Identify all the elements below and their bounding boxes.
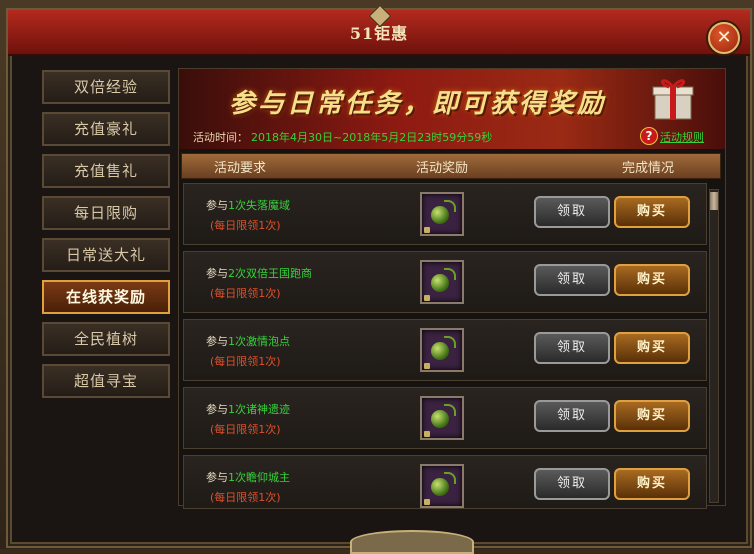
task-requirement: 参与1次失落魔域 bbox=[206, 199, 290, 212]
task-limit: (每日限领1次) bbox=[210, 287, 281, 300]
scrollbar-thumb[interactable] bbox=[710, 192, 718, 210]
task-row: 参与1次失落魔域 (每日限领1次) 领取 购买 bbox=[183, 183, 707, 245]
event-time-value: 2018年4月30日~2018年5月2日23时59分59秒 bbox=[251, 131, 493, 144]
sidebar-item-online-reward[interactable]: 在线获奖励 bbox=[42, 280, 170, 314]
task-row: 参与2次双倍王国跑商 (每日限领1次) 领取 购买 bbox=[183, 251, 707, 313]
task-name: 2次双倍王国跑商 bbox=[228, 267, 312, 280]
buy-button[interactable]: 购买 bbox=[614, 264, 690, 296]
task-row: 参与1次诸神遗迹 (每日限领1次) 领取 购买 bbox=[183, 387, 707, 449]
lock-icon bbox=[424, 431, 430, 437]
table-header: 活动要求 活动奖励 完成情况 bbox=[181, 153, 721, 179]
orb-stem bbox=[444, 200, 456, 212]
claim-button[interactable]: 领取 bbox=[534, 468, 610, 500]
bottom-ornament bbox=[350, 530, 474, 554]
sidebar-item-recharge-gift[interactable]: 充值豪礼 bbox=[42, 112, 170, 146]
task-name: 1次诸神遗迹 bbox=[228, 403, 290, 416]
task-requirement: 参与2次双倍王国跑商 bbox=[206, 267, 312, 280]
claim-button[interactable]: 领取 bbox=[534, 400, 610, 432]
sidebar-item-tree-planting[interactable]: 全民植树 bbox=[42, 322, 170, 356]
event-time-label: 活动时间： bbox=[193, 131, 248, 144]
orb-stem bbox=[444, 404, 456, 416]
orb-stem bbox=[444, 268, 456, 280]
sidebar-item-recharge-sale[interactable]: 充值售礼 bbox=[42, 154, 170, 188]
orb-stem bbox=[444, 472, 456, 484]
lock-icon bbox=[424, 499, 430, 505]
help-icon[interactable]: ? bbox=[640, 127, 658, 145]
gift-box-icon bbox=[652, 79, 694, 120]
reward-slot[interactable] bbox=[420, 464, 464, 508]
sidebar-nav: 双倍经验 充值豪礼 充值售礼 每日限购 日常送大礼 在线获奖励 全民植树 超值寻… bbox=[42, 70, 174, 406]
buy-button[interactable]: 购买 bbox=[614, 468, 690, 500]
task-limit: (每日限领1次) bbox=[210, 355, 281, 368]
sidebar-item-daily-limited[interactable]: 每日限购 bbox=[42, 196, 170, 230]
task-row: 参与1次瞻仰城主 (每日限领1次) 领取 购买 bbox=[183, 455, 707, 509]
task-limit: (每日限领1次) bbox=[210, 423, 281, 436]
reward-slot[interactable] bbox=[420, 328, 464, 372]
reward-slot[interactable] bbox=[420, 396, 464, 440]
buy-button[interactable]: 购买 bbox=[614, 332, 690, 364]
event-window: 51钜惠 ✕ 双倍经验 充值豪礼 充值售礼 每日限购 日常送大礼 在线获奖励 全… bbox=[6, 4, 752, 548]
task-row: 参与1次激情泡点 (每日限领1次) 领取 购买 bbox=[183, 319, 707, 381]
claim-button[interactable]: 领取 bbox=[534, 332, 610, 364]
lock-icon bbox=[424, 363, 430, 369]
main-panel: 参与日常任务，即可获得奖励 活动时间： 2018年4月30日~2018年5月2日… bbox=[178, 68, 726, 509]
task-name: 1次失落魔域 bbox=[228, 199, 290, 212]
buy-button[interactable]: 购买 bbox=[614, 400, 690, 432]
header-requirement: 活动要求 bbox=[214, 161, 267, 176]
sidebar-item-treasure-hunt[interactable]: 超值寻宝 bbox=[42, 364, 170, 398]
task-requirement: 参与1次瞻仰城主 bbox=[206, 471, 290, 484]
task-limit: (每日限领1次) bbox=[210, 491, 281, 504]
reward-slot[interactable] bbox=[420, 260, 464, 304]
title-bar[interactable]: 51钜惠 ✕ bbox=[8, 4, 750, 56]
reward-slot[interactable] bbox=[420, 192, 464, 236]
task-name: 1次激情泡点 bbox=[228, 335, 290, 348]
buy-button[interactable]: 购买 bbox=[614, 196, 690, 228]
lock-icon bbox=[424, 295, 430, 301]
lock-icon bbox=[424, 227, 430, 233]
banner-headline: 参与日常任务，即可获得奖励 bbox=[229, 89, 607, 119]
event-banner: 参与日常任务，即可获得奖励 活动时间： 2018年4月30日~2018年5月2日… bbox=[179, 69, 725, 149]
claim-button[interactable]: 领取 bbox=[534, 264, 610, 296]
event-rules-link[interactable]: 活动规则 bbox=[660, 129, 704, 145]
task-requirement: 参与1次诸神遗迹 bbox=[206, 403, 290, 416]
sidebar-item-daily-big-gift[interactable]: 日常送大礼 bbox=[42, 238, 170, 272]
task-name: 1次瞻仰城主 bbox=[228, 471, 290, 484]
sidebar-item-double-exp[interactable]: 双倍经验 bbox=[42, 70, 170, 104]
header-status: 完成情况 bbox=[622, 161, 675, 176]
close-button[interactable]: ✕ bbox=[708, 22, 740, 54]
header-reward: 活动奖励 bbox=[416, 161, 469, 176]
scrollbar[interactable] bbox=[709, 189, 719, 503]
orb-stem bbox=[444, 336, 456, 348]
task-limit: (每日限领1次) bbox=[210, 219, 281, 232]
window-title: 51钜惠 bbox=[349, 24, 409, 43]
task-requirement: 参与1次激情泡点 bbox=[206, 335, 290, 348]
claim-button[interactable]: 领取 bbox=[534, 196, 610, 228]
